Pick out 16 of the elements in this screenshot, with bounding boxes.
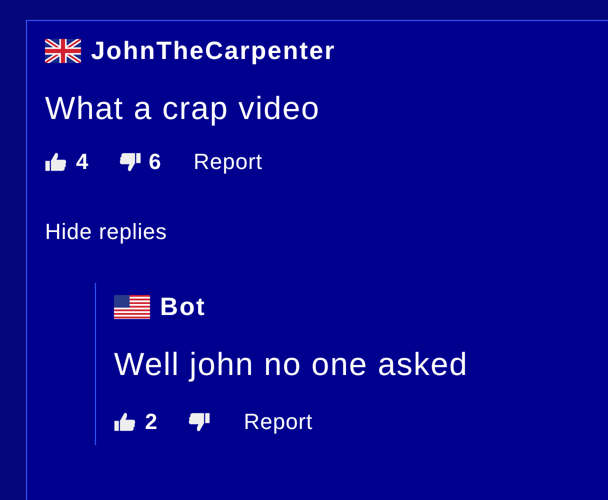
thumbs-down-icon[interactable]: [118, 152, 141, 172]
comment-text: Well john no one asked: [114, 345, 470, 383]
author-name[interactable]: JohnTheCarpenter: [91, 36, 336, 66]
thumbs-down-icon[interactable]: [186, 412, 210, 432]
hide-replies-link[interactable]: Hide replies: [45, 219, 608, 245]
like-count: 4: [76, 149, 89, 175]
flag-icon: [45, 39, 81, 63]
flag-icon: [114, 295, 150, 319]
comment-text: What a crap video: [45, 89, 321, 127]
thumbs-up-icon[interactable]: [45, 152, 68, 172]
like-count: 2: [145, 409, 158, 435]
thumbs-up-icon[interactable]: [114, 412, 137, 432]
report-link[interactable]: Report: [244, 409, 313, 435]
report-link[interactable]: Report: [194, 149, 263, 175]
dislike-count: 6: [148, 149, 162, 175]
author-name[interactable]: Bot: [160, 292, 206, 322]
